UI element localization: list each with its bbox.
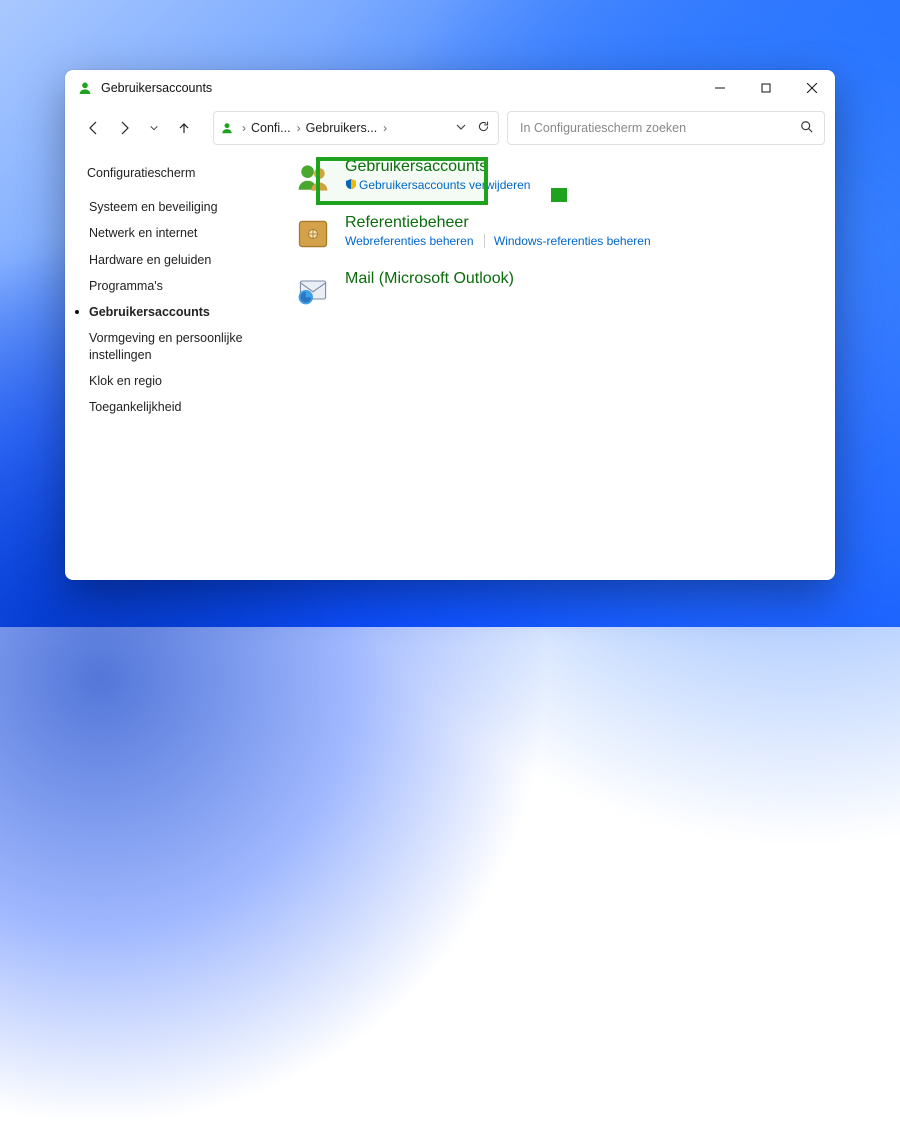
sidebar-item-hardware[interactable]: Hardware en geluiden [89,247,287,273]
address-bar[interactable]: › Confi... › Gebruikers... › [213,111,499,145]
window-title: Gebruikersaccounts [101,81,212,95]
breadcrumb-label: Gebruikers... [306,121,378,135]
users-icon [295,160,331,196]
close-button[interactable] [789,70,835,106]
window-controls [697,70,835,106]
sidebar-item-label: Netwerk en internet [89,226,197,240]
category-mail: Mail (Microsoft Outlook) [295,270,819,308]
sidebar-item-label: Programma's [89,279,163,293]
chevron-right-icon: › [238,121,249,135]
link-web-credentials[interactable]: Webreferenties beheren [345,234,485,248]
search-bar[interactable] [507,111,825,145]
shield-icon [345,178,357,190]
sidebar-item-label: Vormgeving en persoonlijke instellingen [89,331,243,361]
chevron-right-icon: › [379,121,390,135]
category-title-text: Mail (Microsoft Outlook) [345,270,514,287]
sidebar-item-programmas[interactable]: Programma's [89,273,287,299]
sidebar-heading[interactable]: Configuratiescherm [87,166,287,180]
link-label: Gebruikersaccounts verwijderen [359,178,530,192]
minimize-button[interactable] [697,70,743,106]
user-icon [220,121,234,135]
chevron-right-icon: › [293,121,304,135]
forward-button[interactable] [115,119,133,137]
nav-arrows [75,119,199,137]
sidebar-item-label: Hardware en geluiden [89,253,211,267]
titlebar: Gebruikersaccounts [65,70,835,106]
category-links: Gebruikersaccounts verwijderen [345,178,819,192]
category-title[interactable]: Gebruikersaccounts [345,158,819,176]
link-label: Webreferenties beheren [345,234,474,248]
category-gebruikersaccounts: Gebruikersaccounts Gebruikersaccounts ve… [295,158,819,196]
recent-dropdown-icon[interactable] [145,119,163,137]
sidebar-item-systeem[interactable]: Systeem en beveiliging [89,194,287,220]
link-label: Windows-referenties beheren [494,234,651,248]
sidebar: Configuratiescherm Systeem en beveiligin… [65,150,295,580]
content-area: Configuratiescherm Systeem en beveiligin… [65,150,835,580]
navigation-row: › Confi... › Gebruikers... › [65,106,835,150]
control-panel-window: Gebruikersaccounts [65,70,835,580]
sidebar-item-label: Gebruikersaccounts [89,305,210,319]
sidebar-item-label: Systeem en beveiliging [89,200,218,214]
category-title-text: Referentiebeheer [345,214,469,231]
category-links: Webreferenties beheren Windows-referenti… [345,234,819,248]
category-title[interactable]: Mail (Microsoft Outlook) [345,270,819,288]
breadcrumb-label: Confi... [251,121,291,135]
sidebar-item-netwerk[interactable]: Netwerk en internet [89,220,287,246]
safe-icon [295,216,331,252]
sidebar-item-gebruikersaccounts[interactable]: Gebruikersaccounts [89,299,287,325]
sidebar-item-label: Klok en regio [89,374,162,388]
up-button[interactable] [175,119,193,137]
main-panel: Gebruikersaccounts Gebruikersaccounts ve… [295,150,835,580]
search-icon[interactable] [800,120,814,137]
refresh-icon[interactable] [477,120,490,136]
breadcrumb-item[interactable]: Confi... [251,121,291,135]
sidebar-item-vormgeving[interactable]: Vormgeving en persoonlijke instellingen [89,325,287,368]
sidebar-item-toegankelijkheid[interactable]: Toegankelijkheid [89,394,287,420]
search-input[interactable] [518,120,800,136]
user-icon [77,80,93,96]
category-title-text: Gebruikersaccounts [345,158,487,175]
sidebar-item-label: Toegankelijkheid [89,400,181,414]
chevron-down-icon[interactable] [455,121,467,136]
back-button[interactable] [85,119,103,137]
category-referentiebeheer: Referentiebeheer Webreferenties beheren … [295,214,819,252]
breadcrumb-item[interactable]: Gebruikers... [306,121,378,135]
category-title[interactable]: Referentiebeheer [345,214,819,232]
maximize-button[interactable] [743,70,789,106]
mail-icon [295,272,331,308]
sidebar-list: Systeem en beveiliging Netwerk en intern… [87,194,287,420]
link-windows-credentials[interactable]: Windows-referenties beheren [494,234,661,248]
link-remove-accounts[interactable]: Gebruikersaccounts verwijderen [359,178,540,192]
sidebar-item-klok[interactable]: Klok en regio [89,368,287,394]
